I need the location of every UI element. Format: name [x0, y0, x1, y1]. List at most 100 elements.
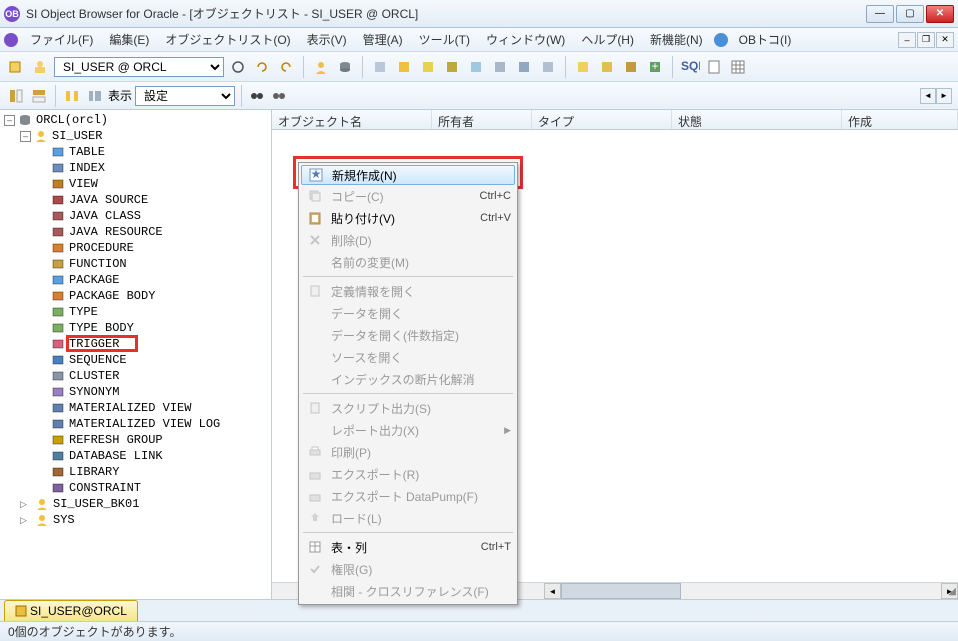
- tool-icon-9[interactable]: [573, 57, 593, 77]
- tool-icon-5[interactable]: [466, 57, 486, 77]
- tool-icon-1[interactable]: [370, 57, 390, 77]
- scroll-left-button[interactable]: ◄: [920, 88, 936, 104]
- tool-icon-7[interactable]: [514, 57, 534, 77]
- menu-objectlist[interactable]: オブジェクトリスト(O): [157, 28, 298, 51]
- tool-icon-2[interactable]: [394, 57, 414, 77]
- binoculars2-icon[interactable]: [269, 86, 289, 106]
- list-body[interactable]: ★ 新規作成(N) コピー(C) Ctrl+C 貼り付け(V) Ctrl+V 削…: [272, 130, 958, 582]
- tree-objtype-java-class[interactable]: JAVA CLASS: [0, 208, 271, 224]
- binoculars-icon[interactable]: [247, 86, 267, 106]
- tree-objtype-procedure[interactable]: PROCEDURE: [0, 240, 271, 256]
- tree-objtype-package[interactable]: PACKAGE: [0, 272, 271, 288]
- tree-objtype-database-link[interactable]: DATABASE LINK: [0, 448, 271, 464]
- db-icon[interactable]: [335, 57, 355, 77]
- scroll-left-icon[interactable]: ◄: [544, 583, 561, 599]
- node-label: PROCEDURE: [69, 241, 134, 255]
- menu-manage[interactable]: 管理(A): [355, 28, 411, 51]
- minimize-button[interactable]: —: [866, 5, 894, 23]
- menu-edit[interactable]: 編集(E): [101, 28, 157, 51]
- script-icon[interactable]: [704, 57, 724, 77]
- tree-objtype-sequence[interactable]: SEQUENCE: [0, 352, 271, 368]
- col-status[interactable]: 状態: [672, 110, 842, 129]
- node-icon: [50, 161, 66, 175]
- scroll-right-button[interactable]: ►: [936, 88, 952, 104]
- cm-paste[interactable]: 貼り付け(V) Ctrl+V: [301, 207, 515, 229]
- tree-schema-si-user[interactable]: –SI_USER: [0, 128, 271, 144]
- tree-schema-sys[interactable]: ▷SYS: [0, 512, 271, 528]
- maximize-button[interactable]: ▢: [896, 5, 924, 23]
- expand-toggle[interactable]: –: [20, 131, 31, 142]
- tree-objtype-cluster[interactable]: CLUSTER: [0, 368, 271, 384]
- filter2-icon[interactable]: [85, 86, 105, 106]
- tool-icon-11[interactable]: [621, 57, 641, 77]
- document-tab[interactable]: SI_USER@ORCL: [4, 600, 138, 621]
- tool-icon-3[interactable]: [418, 57, 438, 77]
- expand-arrow[interactable]: ▷: [20, 515, 34, 526]
- menu-window[interactable]: ウィンドウ(W): [478, 28, 573, 51]
- user-combo[interactable]: SI_USER @ ORCL: [54, 57, 224, 77]
- tree-objtype-refresh-group[interactable]: REFRESH GROUP: [0, 432, 271, 448]
- mdi-restore-button[interactable]: ❐: [917, 32, 935, 48]
- tree-pane[interactable]: –ORCL(orcl)–SI_USERTABLEINDEXVIEWJAVA SO…: [0, 110, 272, 599]
- node-icon: [50, 401, 66, 415]
- tree-objtype-java-resource[interactable]: JAVA RESOURCE: [0, 224, 271, 240]
- tree-toggle-icon[interactable]: [6, 86, 26, 106]
- tree-objtype-java-source[interactable]: JAVA SOURCE: [0, 192, 271, 208]
- resize-grip[interactable]: ◢: [948, 586, 956, 597]
- menu-file[interactable]: ファイル(F): [22, 28, 101, 51]
- cm-table-col[interactable]: 表・列 Ctrl+T: [301, 536, 515, 558]
- new-user-icon[interactable]: [30, 57, 50, 77]
- col-type[interactable]: タイプ: [532, 110, 672, 129]
- node-icon: [34, 497, 50, 511]
- refresh-icon[interactable]: [228, 57, 248, 77]
- tree-objtype-constraint[interactable]: CONSTRAINT: [0, 480, 271, 496]
- tree-objtype-library[interactable]: LIBRARY: [0, 464, 271, 480]
- menu-tool[interactable]: ツール(T): [411, 28, 478, 51]
- display-combo[interactable]: 設定: [135, 86, 235, 106]
- export-icon: [305, 466, 325, 482]
- redo-icon[interactable]: [276, 57, 296, 77]
- scroll-thumb[interactable]: [561, 583, 681, 599]
- sql-icon[interactable]: SQL: [680, 57, 700, 77]
- connect-icon[interactable]: [6, 57, 26, 77]
- tool-icon-6[interactable]: [490, 57, 510, 77]
- tree-objtype-type-body[interactable]: TYPE BODY: [0, 320, 271, 336]
- scroll-track[interactable]: [561, 583, 941, 599]
- tree-objtype-package-body[interactable]: PACKAGE BODY: [0, 288, 271, 304]
- tree-objtype-index[interactable]: INDEX: [0, 160, 271, 176]
- expand-arrow[interactable]: ▷: [20, 499, 34, 510]
- col-created[interactable]: 作成: [842, 110, 958, 129]
- app-small-icon: [4, 33, 18, 47]
- tree-root[interactable]: –ORCL(orcl): [0, 112, 271, 128]
- tree-objtype-type[interactable]: TYPE: [0, 304, 271, 320]
- tree-objtype-synonym[interactable]: SYNONYM: [0, 384, 271, 400]
- col-objname[interactable]: オブジェクト名: [272, 110, 432, 129]
- tree-objtype-function[interactable]: FUNCTION: [0, 256, 271, 272]
- tree-objtype-materialized-view-log[interactable]: MATERIALIZED VIEW LOG: [0, 416, 271, 432]
- col-owner[interactable]: 所有者: [432, 110, 532, 129]
- undo-icon[interactable]: [252, 57, 272, 77]
- grid-icon[interactable]: [728, 57, 748, 77]
- tree-objtype-view[interactable]: VIEW: [0, 176, 271, 192]
- tool-icon-10[interactable]: [597, 57, 617, 77]
- mdi-minimize-button[interactable]: –: [898, 32, 916, 48]
- tool-icon-8[interactable]: [538, 57, 558, 77]
- menu-help[interactable]: ヘルプ(H): [573, 28, 642, 51]
- tree-objtype-materialized-view[interactable]: MATERIALIZED VIEW: [0, 400, 271, 416]
- mdi-close-button[interactable]: ✕: [936, 32, 954, 48]
- cm-new[interactable]: ★ 新規作成(N): [301, 165, 515, 185]
- toolbar-sep: [362, 56, 363, 78]
- menu-view[interactable]: 表示(V): [299, 28, 355, 51]
- tree-objtype-table[interactable]: TABLE: [0, 144, 271, 160]
- user-icon[interactable]: [311, 57, 331, 77]
- tree-toggle2-icon[interactable]: [29, 86, 49, 106]
- tool-icon-4[interactable]: [442, 57, 462, 77]
- tool-icon-12[interactable]: +: [645, 57, 665, 77]
- close-button[interactable]: ✕: [926, 5, 954, 23]
- tree-schema-si-user-bk01[interactable]: ▷SI_USER_BK01: [0, 496, 271, 512]
- expand-toggle[interactable]: –: [4, 115, 15, 126]
- filter-icon[interactable]: [62, 86, 82, 106]
- menu-obtoko[interactable]: OBトコ(I): [731, 28, 800, 51]
- cm-open-src: ソースを開く: [301, 346, 515, 368]
- menu-newfeature[interactable]: 新機能(N): [642, 28, 711, 51]
